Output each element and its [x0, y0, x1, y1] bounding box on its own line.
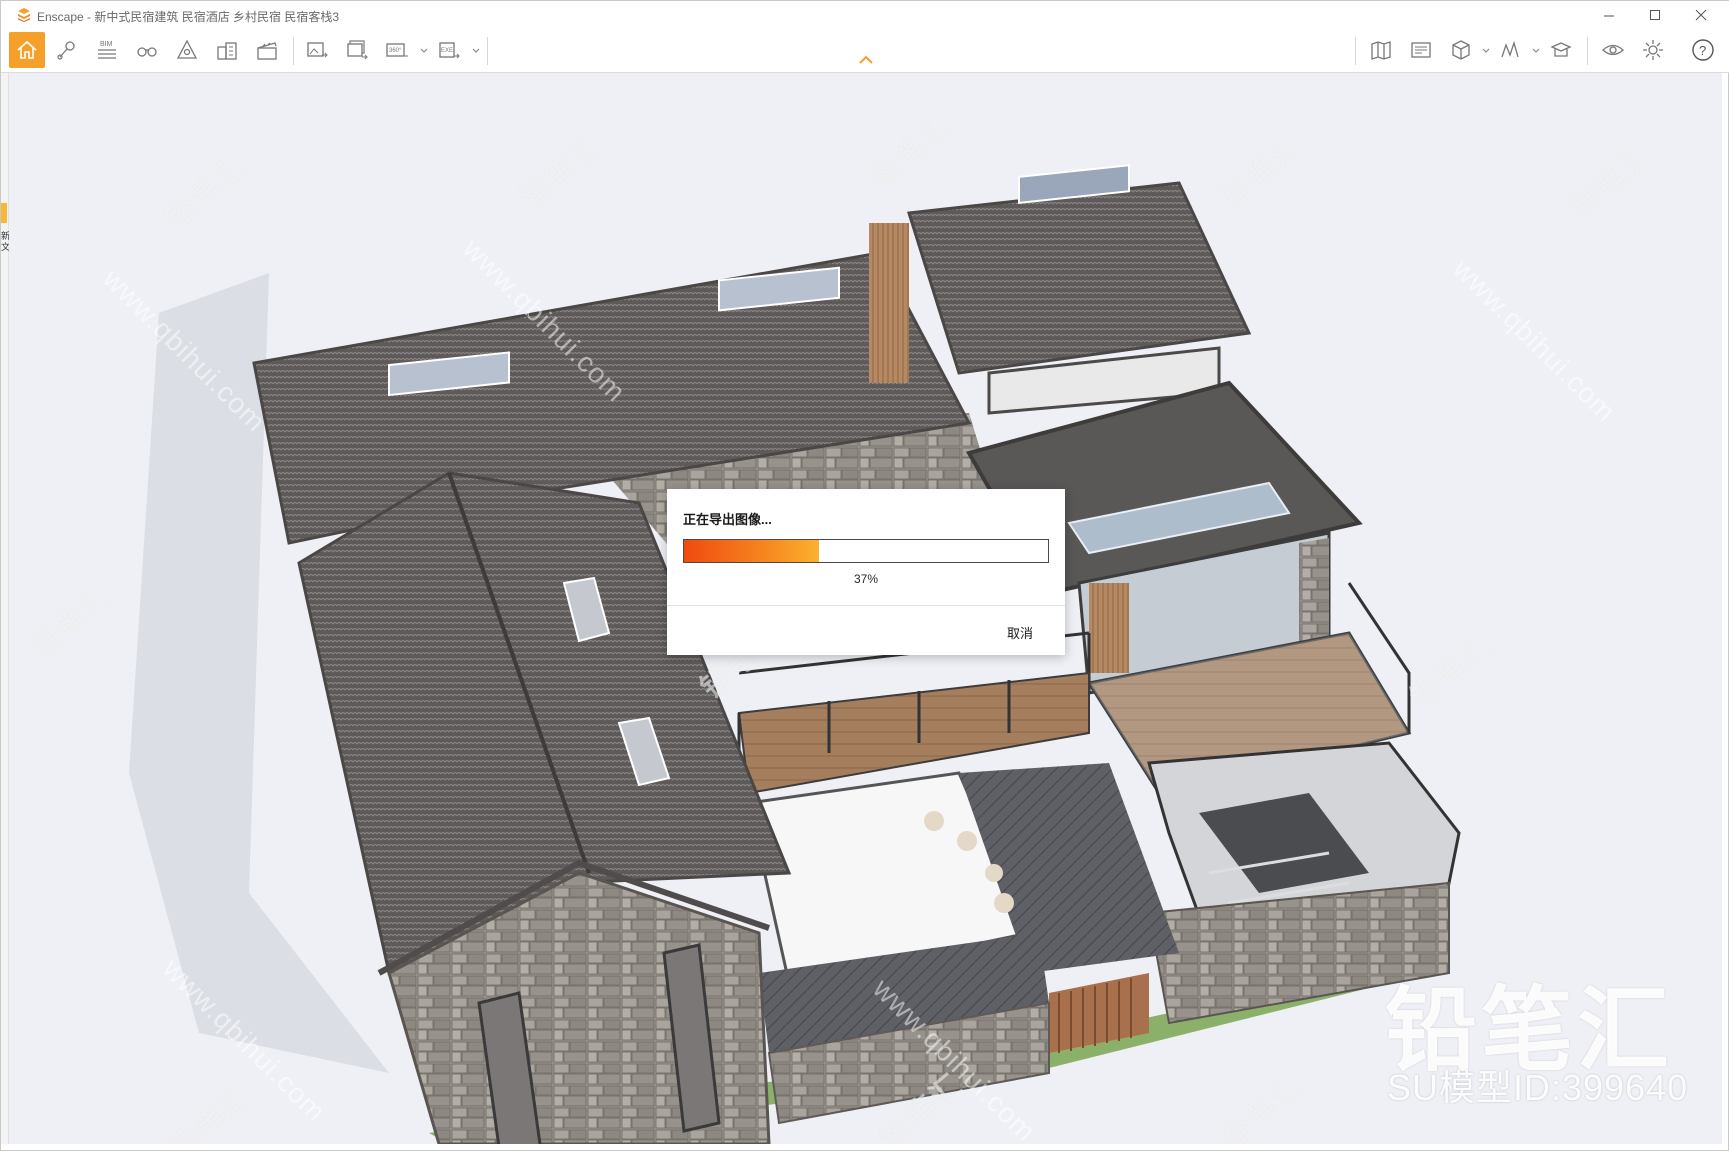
- bim-icon: BIM: [98, 41, 116, 59]
- views-icon: [1411, 42, 1431, 58]
- window-title: Enscape - 新中式民宿建筑 民宿酒店 乡村民宿 民宿客栈3: [37, 10, 340, 24]
- home-button[interactable]: [9, 32, 45, 68]
- chevron-up-icon[interactable]: [858, 55, 874, 65]
- cancel-button[interactable]: 取消: [995, 621, 1045, 643]
- svg-text:BIM: BIM: [100, 41, 113, 48]
- exe-export-button[interactable]: EXE: [431, 32, 467, 68]
- buildings-button[interactable]: [209, 32, 245, 68]
- map-icon: [1371, 41, 1391, 60]
- settings-icon: [1643, 40, 1663, 60]
- asset-library-button[interactable]: [1543, 32, 1579, 68]
- map-button[interactable]: [1363, 32, 1399, 68]
- views-button[interactable]: [1403, 32, 1439, 68]
- binoculars-icon: [137, 47, 157, 57]
- maximize-icon: [1650, 10, 1660, 20]
- enscape-window: Enscape - 新中式民宿建筑 民宿酒店 乡村民宿 民宿客栈3 BIM 36…: [0, 0, 1729, 1151]
- side-panel[interactable]: 新文: [1, 73, 9, 1144]
- material-button[interactable]: [1493, 32, 1529, 68]
- batch-render-icon: [347, 40, 368, 60]
- clapper-icon: [257, 42, 277, 60]
- bim-button[interactable]: BIM: [89, 32, 125, 68]
- home-icon: [17, 40, 37, 59]
- help-icon: ?: [1692, 39, 1714, 61]
- visual-settings-icon: [1602, 44, 1624, 56]
- cube-button[interactable]: [1443, 32, 1479, 68]
- toolbar-separator: [293, 37, 294, 65]
- side-panel-tab[interactable]: [1, 203, 7, 223]
- main-toolbar: BIM 360° EXE ?: [1, 29, 1729, 73]
- exe-export-icon: EXE: [439, 42, 460, 59]
- render-image-button[interactable]: [299, 32, 335, 68]
- buildings-icon: [217, 42, 237, 60]
- minimize-icon: [1604, 15, 1614, 17]
- chevron-down-icon[interactable]: [1481, 46, 1491, 56]
- export-progress-dialog: 正在导出图像... 37% 取消: [667, 489, 1065, 655]
- chevron-down-icon[interactable]: [1531, 46, 1541, 56]
- close-button[interactable]: [1678, 1, 1724, 29]
- title-bar[interactable]: Enscape - 新中式民宿建筑 民宿酒店 乡村民宿 民宿客栈3: [1, 1, 1729, 29]
- help-button[interactable]: ?: [1685, 32, 1721, 68]
- video-editor-button[interactable]: [249, 32, 285, 68]
- material-icon: [1501, 40, 1519, 58]
- toolbar-separator: [1587, 37, 1588, 65]
- settings-button[interactable]: [1635, 32, 1671, 68]
- toolbar-separator: [487, 37, 488, 65]
- panorama-360-icon: 360°: [386, 43, 408, 57]
- location-icon: [57, 41, 75, 60]
- binoculars-button[interactable]: [129, 32, 165, 68]
- cube-icon: [1452, 40, 1470, 60]
- safe-frame-button[interactable]: [169, 32, 205, 68]
- batch-render-button[interactable]: [339, 32, 375, 68]
- progress-percent: 37%: [853, 572, 879, 586]
- dialog-divider: [667, 605, 1065, 606]
- svg-text:?: ?: [1699, 43, 1706, 58]
- visual-settings-button[interactable]: [1595, 32, 1631, 68]
- close-icon: [1695, 9, 1707, 21]
- chevron-down-icon[interactable]: [471, 46, 481, 56]
- location-button[interactable]: [49, 32, 85, 68]
- progress-bar-fill: [684, 540, 819, 562]
- asset-library-icon: [1550, 42, 1572, 57]
- maximize-button[interactable]: [1632, 1, 1678, 29]
- progress-bar: [683, 539, 1049, 563]
- safe-frame-icon: [176, 39, 198, 59]
- side-panel-label: 新文: [1, 231, 9, 252]
- svg-text:EXE: EXE: [441, 48, 453, 54]
- toolbar-separator: [1355, 37, 1356, 65]
- minimize-button[interactable]: [1586, 1, 1632, 29]
- enscape-logo-icon: [18, 8, 30, 22]
- model-id-watermark: SU模型ID:399640: [1387, 1067, 1689, 1108]
- svg-text:360°: 360°: [389, 48, 402, 54]
- dialog-title: 正在导出图像...: [683, 512, 772, 527]
- render-image-icon: [307, 42, 328, 58]
- chevron-down-icon[interactable]: [419, 46, 429, 56]
- panorama-button[interactable]: 360°: [379, 32, 415, 68]
